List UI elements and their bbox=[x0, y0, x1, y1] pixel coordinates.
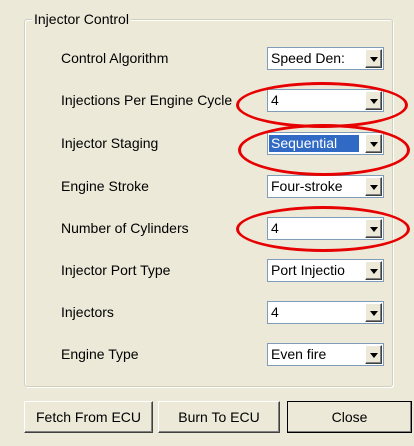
chevron-down-icon[interactable] bbox=[365, 345, 382, 364]
injections-per-cycle-label: Injections Per Engine Cycle bbox=[61, 92, 233, 108]
injector-port-type-label: Injector Port Type bbox=[61, 262, 171, 278]
burn-to-ecu-button[interactable]: Burn To ECU bbox=[158, 401, 280, 433]
number-of-cylinders-label: Number of Cylinders bbox=[61, 220, 189, 236]
engine-type-label: Engine Type bbox=[61, 346, 139, 362]
injector-control-dialog: Injector Control Control Algorithm Speed… bbox=[0, 0, 414, 446]
chevron-down-icon[interactable] bbox=[365, 303, 382, 322]
control-algorithm-select[interactable]: Speed Den: bbox=[267, 47, 384, 70]
chevron-down-icon[interactable] bbox=[365, 134, 382, 153]
control-algorithm-label: Control Algorithm bbox=[61, 50, 169, 66]
number-of-cylinders-select[interactable]: 4 bbox=[267, 217, 384, 240]
chevron-down-icon[interactable] bbox=[365, 219, 382, 238]
injectors-select[interactable]: 4 bbox=[267, 301, 384, 324]
fetch-from-ecu-button[interactable]: Fetch From ECU bbox=[24, 401, 153, 433]
injections-per-cycle-select[interactable]: 4 bbox=[267, 89, 384, 112]
engine-stroke-value: Four-stroke bbox=[271, 178, 343, 194]
engine-stroke-select[interactable]: Four-stroke bbox=[267, 175, 384, 198]
close-button[interactable]: Close bbox=[287, 401, 412, 433]
engine-type-select[interactable]: Even fire bbox=[267, 343, 384, 366]
injectors-label: Injectors bbox=[61, 304, 114, 320]
injector-control-group bbox=[24, 19, 393, 387]
group-title: Injector Control bbox=[32, 10, 131, 28]
injector-port-type-value: Port Injectio bbox=[271, 262, 345, 278]
injections-per-cycle-value: 4 bbox=[271, 92, 279, 108]
chevron-down-icon[interactable] bbox=[365, 49, 382, 68]
control-algorithm-value: Speed Den: bbox=[271, 50, 345, 66]
chevron-down-icon[interactable] bbox=[365, 261, 382, 280]
chevron-down-icon[interactable] bbox=[365, 177, 382, 196]
injector-staging-label: Injector Staging bbox=[61, 135, 159, 151]
chevron-down-icon[interactable] bbox=[365, 91, 382, 110]
engine-type-value: Even fire bbox=[271, 346, 327, 362]
injector-port-type-select[interactable]: Port Injectio bbox=[267, 259, 384, 282]
injector-staging-value: Sequential bbox=[269, 135, 359, 152]
engine-stroke-label: Engine Stroke bbox=[61, 178, 149, 194]
injectors-value: 4 bbox=[271, 304, 279, 320]
injector-staging-select[interactable]: Sequential bbox=[267, 132, 384, 155]
number-of-cylinders-value: 4 bbox=[271, 220, 279, 236]
